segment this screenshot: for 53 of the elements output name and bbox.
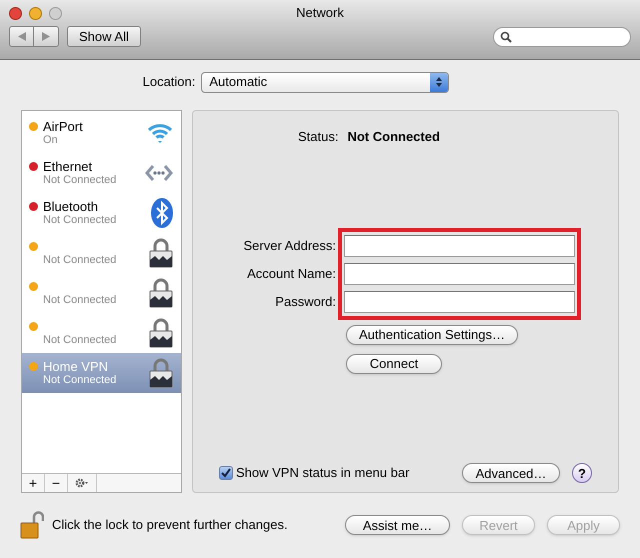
footer-button[interactable]: Assist me…	[345, 515, 450, 535]
location-dropdown[interactable]: Automatic	[201, 72, 450, 92]
ethernet-icon	[145, 163, 173, 183]
remove-button[interactable]: −	[45, 474, 68, 492]
field-label: Account Name:	[247, 264, 336, 282]
help-button[interactable]: ?	[572, 463, 592, 483]
stepper-arrows-icon	[430, 72, 448, 92]
service-name: Home VPN	[43, 359, 110, 374]
padlock-icon	[149, 318, 173, 348]
service-status: Not Connected	[43, 254, 118, 267]
minimize-button[interactable]	[29, 6, 42, 20]
service-name: Bluetooth	[43, 199, 99, 214]
window-title: Network	[296, 4, 344, 22]
gear-icon	[75, 478, 89, 488]
service-status: On	[43, 134, 59, 147]
service-item[interactable]: Ethernet Not Connected	[22, 153, 181, 193]
connect-button[interactable]: Connect	[346, 354, 442, 374]
status-label: Status:	[298, 128, 338, 146]
checkbox-label: Show VPN status in menu bar	[236, 464, 410, 482]
service-status: Not Connected	[43, 174, 118, 187]
padlock-icon	[149, 358, 173, 388]
input-field[interactable]	[344, 234, 575, 256]
service-name: Ethernet	[43, 159, 94, 174]
checkbox[interactable]	[219, 466, 233, 480]
show-all-button[interactable]: Show All	[67, 26, 141, 47]
forward-icon	[42, 32, 50, 41]
input-field[interactable]	[344, 290, 575, 312]
input-field[interactable]	[344, 262, 575, 284]
field-label: Password:	[275, 292, 336, 310]
location-label: Location:	[142, 73, 196, 92]
add-button[interactable]: +	[22, 474, 45, 492]
wifi-icon	[147, 122, 173, 144]
service-item[interactable]: AirPort On	[22, 113, 181, 153]
unlocked-padlock-icon	[20, 511, 44, 539]
search-icon	[500, 30, 512, 42]
advanced-button[interactable]: Advanced…	[462, 463, 560, 483]
service-status: Not Connected	[43, 334, 118, 347]
service-status: Not Connected	[43, 374, 118, 387]
field-label: Server Address:	[244, 236, 336, 254]
service-item[interactable]: Bluetooth Not Connected	[22, 193, 181, 233]
authentication-settings-button[interactable]: Authentication Settings…	[346, 324, 518, 344]
service-name: AirPort	[43, 119, 84, 134]
bluetooth-icon	[151, 198, 173, 228]
padlock-icon	[149, 238, 173, 268]
service-status: Not Connected	[43, 294, 118, 307]
checkmark-icon	[221, 468, 231, 478]
close-button[interactable]	[9, 6, 22, 20]
service-status: Not Connected	[43, 214, 118, 227]
lock-message: Click the lock to prevent further changes.	[52, 516, 288, 534]
status-value: Not Connected	[347, 128, 440, 146]
padlock-icon	[149, 278, 173, 308]
back-icon	[18, 32, 26, 41]
search-field[interactable]	[493, 26, 631, 46]
